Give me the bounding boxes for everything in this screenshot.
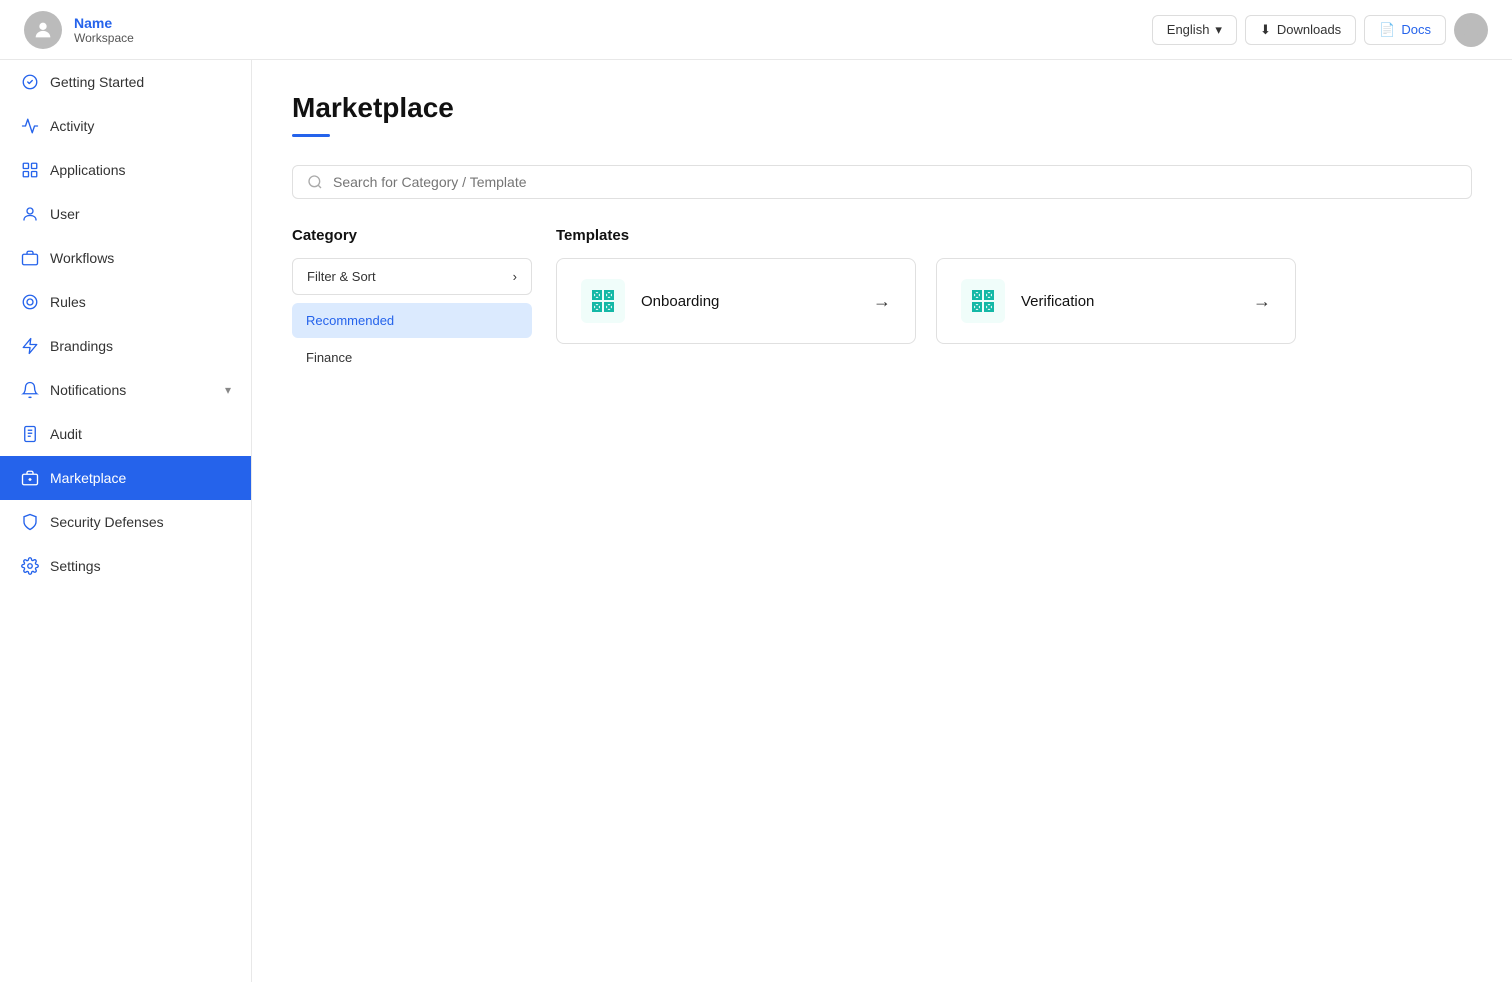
sidebar-item-workflows[interactable]: Workflows — [0, 236, 251, 280]
search-icon — [307, 174, 323, 190]
flag-icon — [20, 72, 40, 92]
sidebar-item-audit[interactable]: Audit — [0, 412, 251, 456]
chevron-down-icon: ▾ — [1215, 22, 1222, 38]
templates-panel: Templates — [556, 227, 1472, 375]
filter-sort-label: Filter & Sort — [307, 269, 376, 284]
category-item-recommended[interactable]: Recommended — [292, 303, 532, 338]
templates-grid: Onboarding → — [556, 258, 1472, 344]
template-card-onboarding[interactable]: Onboarding → — [556, 258, 916, 344]
bell-icon — [20, 380, 40, 400]
sidebar-label-user: User — [50, 206, 231, 222]
chevron-right-icon: › — [513, 269, 517, 284]
activity-icon — [20, 116, 40, 136]
layout: Getting Started Activity Applications Us… — [0, 60, 1512, 982]
sidebar-label-notifications: Notifications — [50, 382, 215, 398]
arrow-right-icon-verification: → — [1253, 291, 1271, 312]
category-label-recommended: Recommended — [306, 313, 394, 328]
templates-title: Templates — [556, 227, 1472, 244]
lightning-icon — [20, 336, 40, 356]
docs-button[interactable]: 📄 Docs — [1364, 15, 1446, 45]
header-right: English ▾ ⬇ Downloads 📄 Docs — [1152, 13, 1488, 47]
language-label: English — [1167, 22, 1210, 37]
language-selector[interactable]: English ▾ — [1152, 15, 1237, 45]
docs-icon: 📄 — [1379, 22, 1395, 38]
sidebar-label-workflows: Workflows — [50, 250, 231, 266]
sidebar-label-settings: Settings — [50, 558, 231, 574]
verification-icon — [961, 279, 1005, 323]
category-list: Recommended Finance — [292, 303, 532, 375]
onboarding-icon — [581, 279, 625, 323]
header-profile-avatar[interactable] — [1454, 13, 1488, 47]
sidebar-label-marketplace: Marketplace — [50, 470, 231, 486]
user-icon — [20, 204, 40, 224]
sidebar-label-activity: Activity — [50, 118, 231, 134]
category-label-finance: Finance — [306, 350, 352, 365]
title-underline — [292, 134, 330, 137]
category-panel: Category Filter & Sort › Recommended Fin… — [292, 227, 532, 375]
template-name-verification: Verification — [1021, 293, 1094, 310]
header-left: Name Workspace — [24, 11, 134, 49]
header-workspace: Workspace — [74, 31, 134, 45]
category-item-finance[interactable]: Finance — [292, 340, 532, 375]
template-card-verification[interactable]: Verification → — [936, 258, 1296, 344]
docs-label: Docs — [1401, 22, 1431, 37]
sidebar-item-brandings[interactable]: Brandings — [0, 324, 251, 368]
sidebar-item-activity[interactable]: Activity — [0, 104, 251, 148]
sidebar-label-brandings: Brandings — [50, 338, 231, 354]
gear-icon — [20, 556, 40, 576]
clipboard-icon — [20, 424, 40, 444]
category-title: Category — [292, 227, 532, 244]
filter-sort-button[interactable]: Filter & Sort › — [292, 258, 532, 295]
sidebar-item-security-defenses[interactable]: Security Defenses — [0, 500, 251, 544]
header-user-info: Name Workspace — [74, 15, 134, 45]
header-user-name: Name — [74, 15, 134, 31]
sidebar-item-getting-started[interactable]: Getting Started — [0, 60, 251, 104]
header: Name Workspace English ▾ ⬇ Downloads 📄 D… — [0, 0, 1512, 60]
download-icon: ⬇ — [1260, 22, 1271, 38]
sidebar-item-user[interactable]: User — [0, 192, 251, 236]
user-avatar[interactable] — [24, 11, 62, 49]
sidebar-label-security-defenses: Security Defenses — [50, 514, 231, 530]
sidebar-label-getting-started: Getting Started — [50, 74, 231, 90]
sidebar-item-notifications[interactable]: Notifications ▾ — [0, 368, 251, 412]
downloads-button[interactable]: ⬇ Downloads — [1245, 15, 1356, 45]
page-title: Marketplace — [292, 92, 1472, 124]
sidebar-label-audit: Audit — [50, 426, 231, 442]
sidebar-item-applications[interactable]: Applications — [0, 148, 251, 192]
chevron-down-icon: ▾ — [225, 383, 231, 397]
shield-icon — [20, 512, 40, 532]
briefcase-icon — [20, 248, 40, 268]
template-card-left: Onboarding — [581, 279, 719, 323]
search-input[interactable] — [333, 174, 1457, 190]
template-card-left-verification: Verification — [961, 279, 1094, 323]
content-grid: Category Filter & Sort › Recommended Fin… — [292, 227, 1472, 375]
suitcase-icon — [20, 468, 40, 488]
search-bar — [292, 165, 1472, 199]
grid-icon — [20, 160, 40, 180]
arrow-right-icon: → — [873, 291, 891, 312]
template-name-onboarding: Onboarding — [641, 293, 719, 310]
sidebar-item-rules[interactable]: Rules — [0, 280, 251, 324]
sidebar-label-applications: Applications — [50, 162, 231, 178]
target-icon — [20, 292, 40, 312]
sidebar-item-settings[interactable]: Settings — [0, 544, 251, 588]
downloads-label: Downloads — [1277, 22, 1341, 37]
sidebar-label-rules: Rules — [50, 294, 231, 310]
sidebar-item-marketplace[interactable]: Marketplace — [0, 456, 251, 500]
main-content: Marketplace Category Filter & Sort › — [252, 60, 1512, 982]
sidebar: Getting Started Activity Applications Us… — [0, 60, 252, 982]
